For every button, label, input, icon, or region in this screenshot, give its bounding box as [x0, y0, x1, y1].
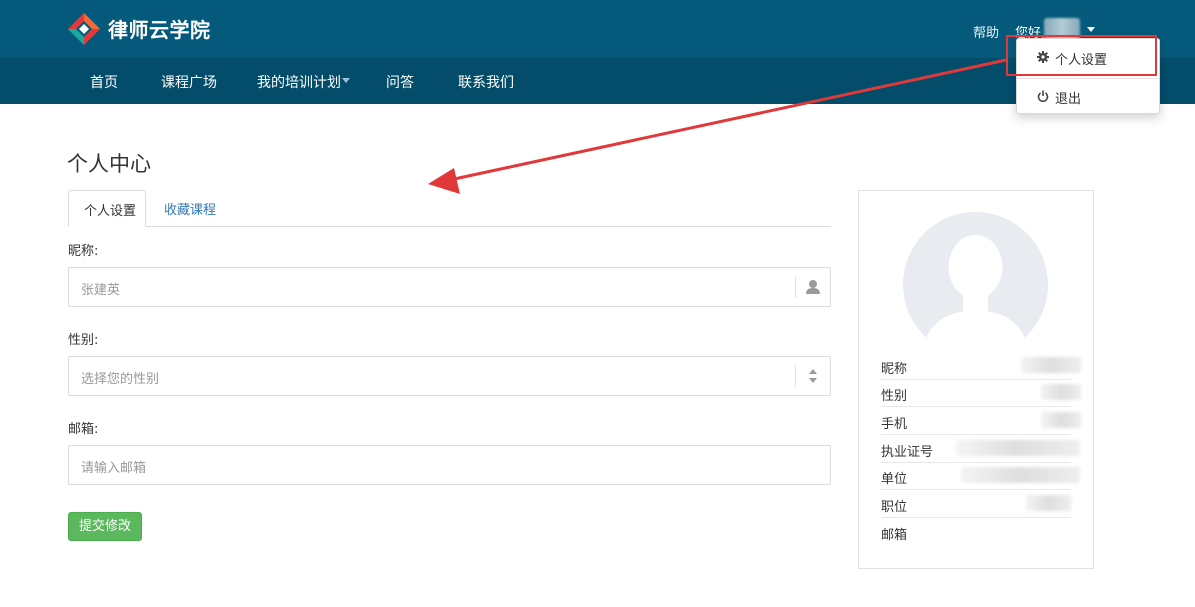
chevron-down-icon[interactable]	[1087, 27, 1095, 32]
tab-label: 个人设置	[84, 204, 137, 219]
profile-row-gender: 性别	[881, 380, 1081, 407]
gender-placeholder: 选择您的性别	[81, 372, 160, 387]
gender-addon	[795, 365, 830, 387]
nickname-addon	[795, 276, 830, 298]
menu-divider	[1017, 78, 1159, 79]
profile-row-phone: 手机	[881, 408, 1081, 435]
avatar[interactable]	[903, 212, 1048, 357]
redacted-value	[1041, 412, 1081, 428]
redacted-value	[1026, 495, 1071, 511]
tab-favorite-courses[interactable]: 收藏课程	[164, 199, 216, 218]
nav-item-home[interactable]: 首页	[90, 72, 118, 92]
email-label: 邮箱:	[68, 422, 99, 437]
email-placeholder: 请输入邮箱	[81, 461, 147, 476]
email-input[interactable]: 请输入邮箱	[68, 445, 831, 485]
profile-row-company: 单位	[881, 463, 1080, 490]
profile-row-position: 职位	[881, 491, 1071, 518]
redacted-value	[956, 440, 1080, 456]
redacted-value	[1041, 384, 1081, 400]
submit-button[interactable]: 提交修改	[68, 512, 142, 541]
nickname-label: 昵称:	[68, 244, 99, 259]
user-icon	[806, 280, 820, 294]
power-icon	[1037, 90, 1049, 102]
nickname-input[interactable]: 张建英	[68, 267, 831, 307]
nav-item-contact[interactable]: 联系我们	[458, 72, 514, 92]
gender-label: 性别:	[68, 333, 99, 348]
brand-logo-icon[interactable]	[67, 12, 101, 46]
menu-item-logout[interactable]: 退出	[1017, 81, 1159, 111]
profile-row-nickname: 昵称	[881, 353, 1081, 380]
page-title: 个人中心	[67, 152, 151, 176]
profile-row-license: 执业证号	[881, 436, 1080, 463]
nickname-placeholder: 张建英	[81, 283, 121, 298]
sort-arrows-icon	[809, 369, 817, 383]
annotation-highlight-box	[1006, 35, 1157, 76]
nav-item-qa[interactable]: 问答	[386, 72, 414, 92]
chevron-down-icon[interactable]	[342, 78, 350, 83]
redacted-value	[961, 467, 1080, 483]
tabs-divider	[68, 226, 831, 227]
brand-name[interactable]: 律师云学院	[108, 14, 211, 43]
redacted-value	[1021, 357, 1081, 373]
nav-item-training-plan[interactable]: 我的培训计划	[257, 72, 341, 92]
tab-personal-settings[interactable]: 个人设置	[68, 190, 146, 227]
nav-item-courses[interactable]: 课程广场	[161, 72, 217, 92]
profile-row-email: 邮箱	[881, 528, 908, 543]
help-link[interactable]: 帮助	[973, 22, 999, 41]
gender-select[interactable]: 选择您的性别	[68, 356, 831, 396]
